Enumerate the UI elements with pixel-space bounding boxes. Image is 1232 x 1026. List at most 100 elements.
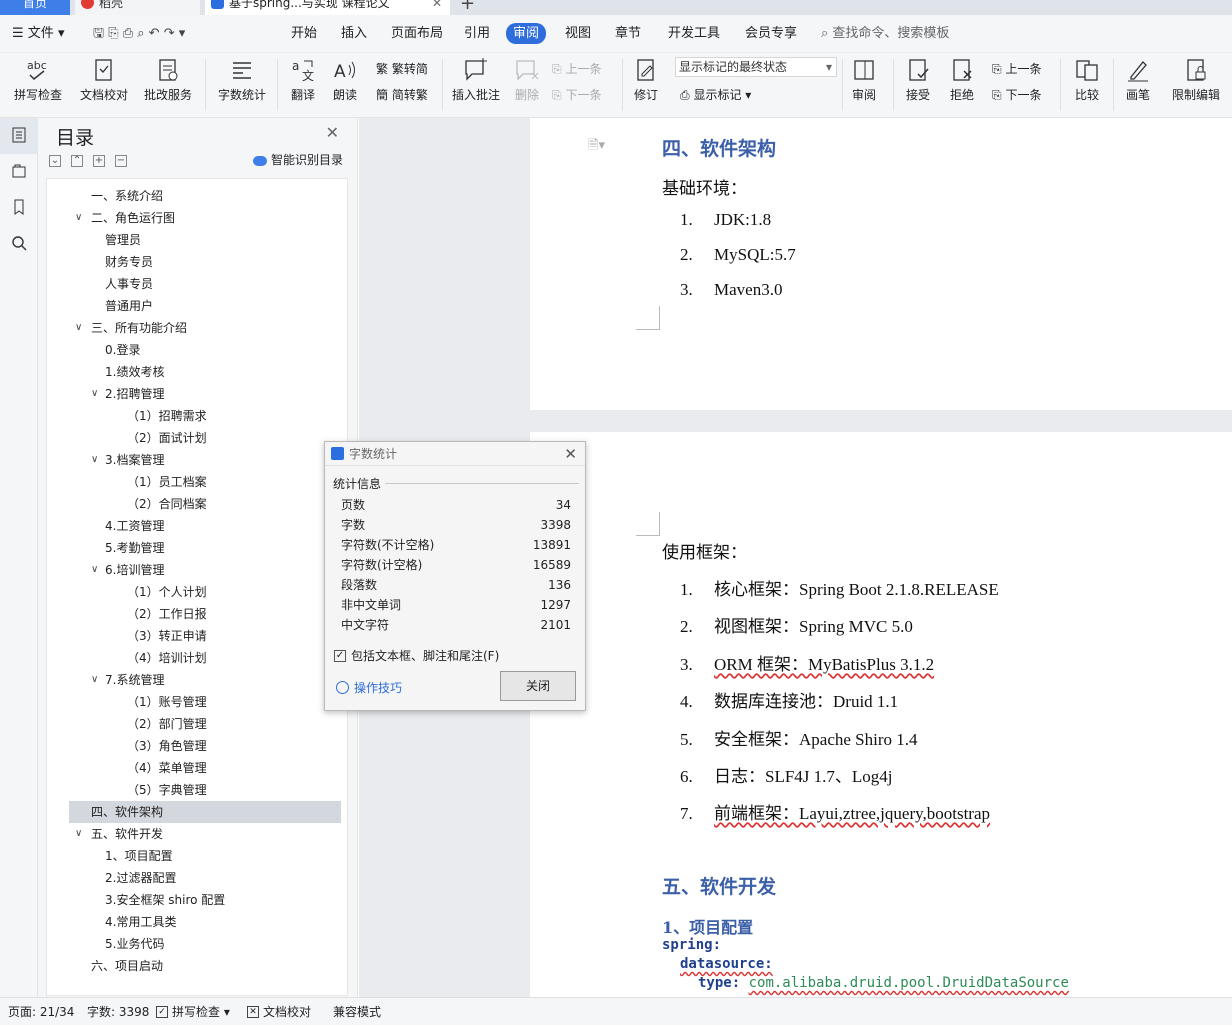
word-count-indicator[interactable]: 字数: 3398 — [87, 998, 149, 1026]
toc-item[interactable]: ∨ 三、所有功能介绍 — [47, 317, 347, 339]
review-pane-button[interactable]: 审阅 — [846, 53, 882, 118]
toc-item[interactable]: 2.过滤器配置 — [47, 867, 347, 889]
menu-review[interactable]: 审阅 — [506, 15, 547, 53]
toc-item[interactable]: 4.常用工具类 — [47, 911, 347, 933]
ink-button[interactable]: 画笔 — [1120, 53, 1156, 118]
next-comment-button[interactable]: ⎘ 下一条 — [552, 85, 601, 105]
track-changes-button[interactable]: 修订 — [628, 53, 664, 118]
next-change-button[interactable]: ⎘ 下一条 — [992, 85, 1041, 105]
page-indicator[interactable]: 页面: 21/34 — [8, 998, 74, 1026]
delete-comment-button[interactable]: 删除 — [508, 53, 546, 118]
toc-item[interactable]: ∨ 五、软件开发 — [47, 823, 347, 845]
status-spell-check[interactable]: ✓ 拼写检查 ▾ — [156, 998, 230, 1026]
toc-item[interactable]: （3）角色管理 — [47, 735, 347, 757]
translate-button[interactable]: a文 翻译 — [284, 53, 322, 118]
toc-item[interactable]: 3.安全框架 shiro 配置 — [47, 889, 347, 911]
toc-item[interactable]: （1）账号管理 — [47, 691, 347, 713]
close-icon[interactable]: ✕ — [432, 0, 442, 13]
toc-item[interactable]: 一、系统介绍 — [47, 185, 347, 207]
minus-icon[interactable]: − — [115, 155, 127, 167]
menu-member[interactable]: 会员专享 — [745, 15, 797, 53]
spell-check-button[interactable]: abc 拼写检查 — [8, 53, 68, 118]
toc-item[interactable]: （2）工作日报 — [47, 603, 347, 625]
toc-item[interactable]: （2）部门管理 — [47, 713, 347, 735]
reject-button[interactable]: 拒绝 — [944, 53, 980, 118]
markup-state-select[interactable]: 显示标记的最终状态 — [675, 57, 837, 77]
tab-docer[interactable]: 稻壳 — [75, 0, 200, 15]
toc-item[interactable]: 4.工资管理 — [47, 515, 347, 537]
toc-item[interactable]: ∨ 7.系统管理 — [47, 669, 347, 691]
toc-item[interactable]: ∨ 二、角色运行图 — [47, 207, 347, 229]
toc-pane-icon[interactable] — [0, 118, 38, 154]
close-icon[interactable]: ✕ — [564, 442, 577, 466]
collapse-all-icon[interactable]: ⌄ — [49, 155, 61, 167]
command-search[interactable]: ⌕ 查找命令、搜索模板 — [821, 15, 949, 53]
menu-reference[interactable]: 引用 — [464, 15, 490, 53]
close-button[interactable]: 关闭 — [500, 671, 576, 701]
chevron-down-icon[interactable]: ∨ — [75, 317, 82, 339]
chevron-down-icon[interactable]: ∨ — [91, 559, 98, 581]
restrict-edit-button[interactable]: 限制编辑 — [1166, 53, 1226, 118]
menu-insert[interactable]: 插入 — [341, 15, 367, 53]
expand-all-icon[interactable]: ⌃ — [71, 155, 83, 167]
insert-comment-button[interactable]: 插入批注 — [450, 53, 502, 118]
toc-item[interactable]: 六、项目启动 — [47, 955, 347, 977]
prev-change-button[interactable]: ⎘ 上一条 — [992, 59, 1041, 79]
toc-item[interactable]: （1）招聘需求 — [47, 405, 347, 427]
chevron-down-icon[interactable]: ∨ — [91, 383, 98, 405]
toc-item[interactable]: 0.登录 — [47, 339, 347, 361]
toc-item[interactable]: 1.绩效考核 — [47, 361, 347, 383]
trad-to-simp-button[interactable]: 繁 繁转简 — [376, 59, 428, 79]
include-textbox-checkbox[interactable]: ✓ 包括文本框、脚注和尾注(F) — [334, 647, 499, 664]
toc-item[interactable]: 5.考勤管理 — [47, 537, 347, 559]
simp-to-trad-button[interactable]: 簡 简转繁 — [376, 85, 428, 105]
read-aloud-button[interactable]: A 朗读 — [328, 53, 362, 118]
toc-item[interactable]: 5.业务代码 — [47, 933, 347, 955]
doc-outline-icon[interactable]: 🗎▾ — [588, 136, 605, 158]
toc-item[interactable]: 财务专员 — [47, 251, 347, 273]
toc-item[interactable]: （4）菜单管理 — [47, 757, 347, 779]
prev-comment-button[interactable]: ⎘ 上一条 — [552, 59, 601, 79]
tab-home[interactable]: 首页 — [0, 0, 70, 15]
toc-item[interactable]: 管理员 — [47, 229, 347, 251]
tips-link[interactable]: 操作技巧 — [336, 679, 402, 696]
accept-button[interactable]: 接受 — [900, 53, 936, 118]
toc-item[interactable]: （1）个人计划 — [47, 581, 347, 603]
chapter-pane-icon[interactable] — [0, 154, 38, 190]
toc-item[interactable]: （4）培训计划 — [47, 647, 347, 669]
toc-item[interactable]: （2）合同档案 — [47, 493, 347, 515]
bookmark-icon[interactable] — [0, 190, 38, 226]
menu-layout[interactable]: 页面布局 — [391, 15, 443, 53]
dialog-titlebar[interactable]: 字数统计 ✕ — [325, 442, 585, 466]
toc-item[interactable]: 四、软件架构 — [69, 801, 341, 823]
chevron-down-icon[interactable]: ∨ — [91, 669, 98, 691]
compare-button[interactable]: 比较 — [1068, 53, 1106, 118]
toc-item[interactable]: ∨ 2.招聘管理 — [47, 383, 347, 405]
status-doc-check[interactable]: ✕ 文档校对 — [247, 998, 311, 1026]
menu-view[interactable]: 视图 — [565, 15, 591, 53]
word-count-button[interactable]: 字数统计 — [214, 53, 270, 118]
toc-item[interactable]: 人事专员 — [47, 273, 347, 295]
review-service-button[interactable]: 批改服务 — [138, 53, 198, 118]
toc-item[interactable]: 普通用户 — [47, 295, 347, 317]
toc-item[interactable]: 1、项目配置 — [47, 845, 347, 867]
chevron-down-icon[interactable]: ∨ — [91, 449, 98, 471]
doc-check-button[interactable]: 文档校对 — [78, 53, 130, 118]
chevron-down-icon[interactable]: ∨ — [75, 207, 82, 229]
menu-devtools[interactable]: 开发工具 — [668, 15, 720, 53]
smart-toc-button[interactable]: 智能识别目录 — [252, 151, 343, 168]
toc-item[interactable]: ∨ 6.培训管理 — [47, 559, 347, 581]
quick-toolbar-icons[interactable]: 🖫 ⎘ ⎙ ⌕ ↶ ↷ ▾ — [93, 15, 185, 53]
show-markup-button[interactable]: ⎙ 显示标记 ▾ — [680, 85, 751, 105]
toc-item[interactable]: （2）面试计划 — [47, 427, 347, 449]
tab-document[interactable]: 基于spring...与实现 课程论文 ✕ — [205, 0, 450, 15]
search-icon[interactable] — [0, 226, 38, 262]
plus-icon[interactable]: + — [93, 155, 105, 167]
new-tab-icon[interactable]: + — [460, 0, 475, 14]
toc-item[interactable]: （5）字典管理 — [47, 779, 347, 801]
menu-start[interactable]: 开始 — [291, 15, 317, 53]
file-menu[interactable]: ☰ 文件 ▾ — [12, 15, 64, 53]
toc-item[interactable]: （3）转正申请 — [47, 625, 347, 647]
menu-chapter[interactable]: 章节 — [615, 15, 641, 53]
chevron-down-icon[interactable]: ∨ — [75, 823, 82, 845]
